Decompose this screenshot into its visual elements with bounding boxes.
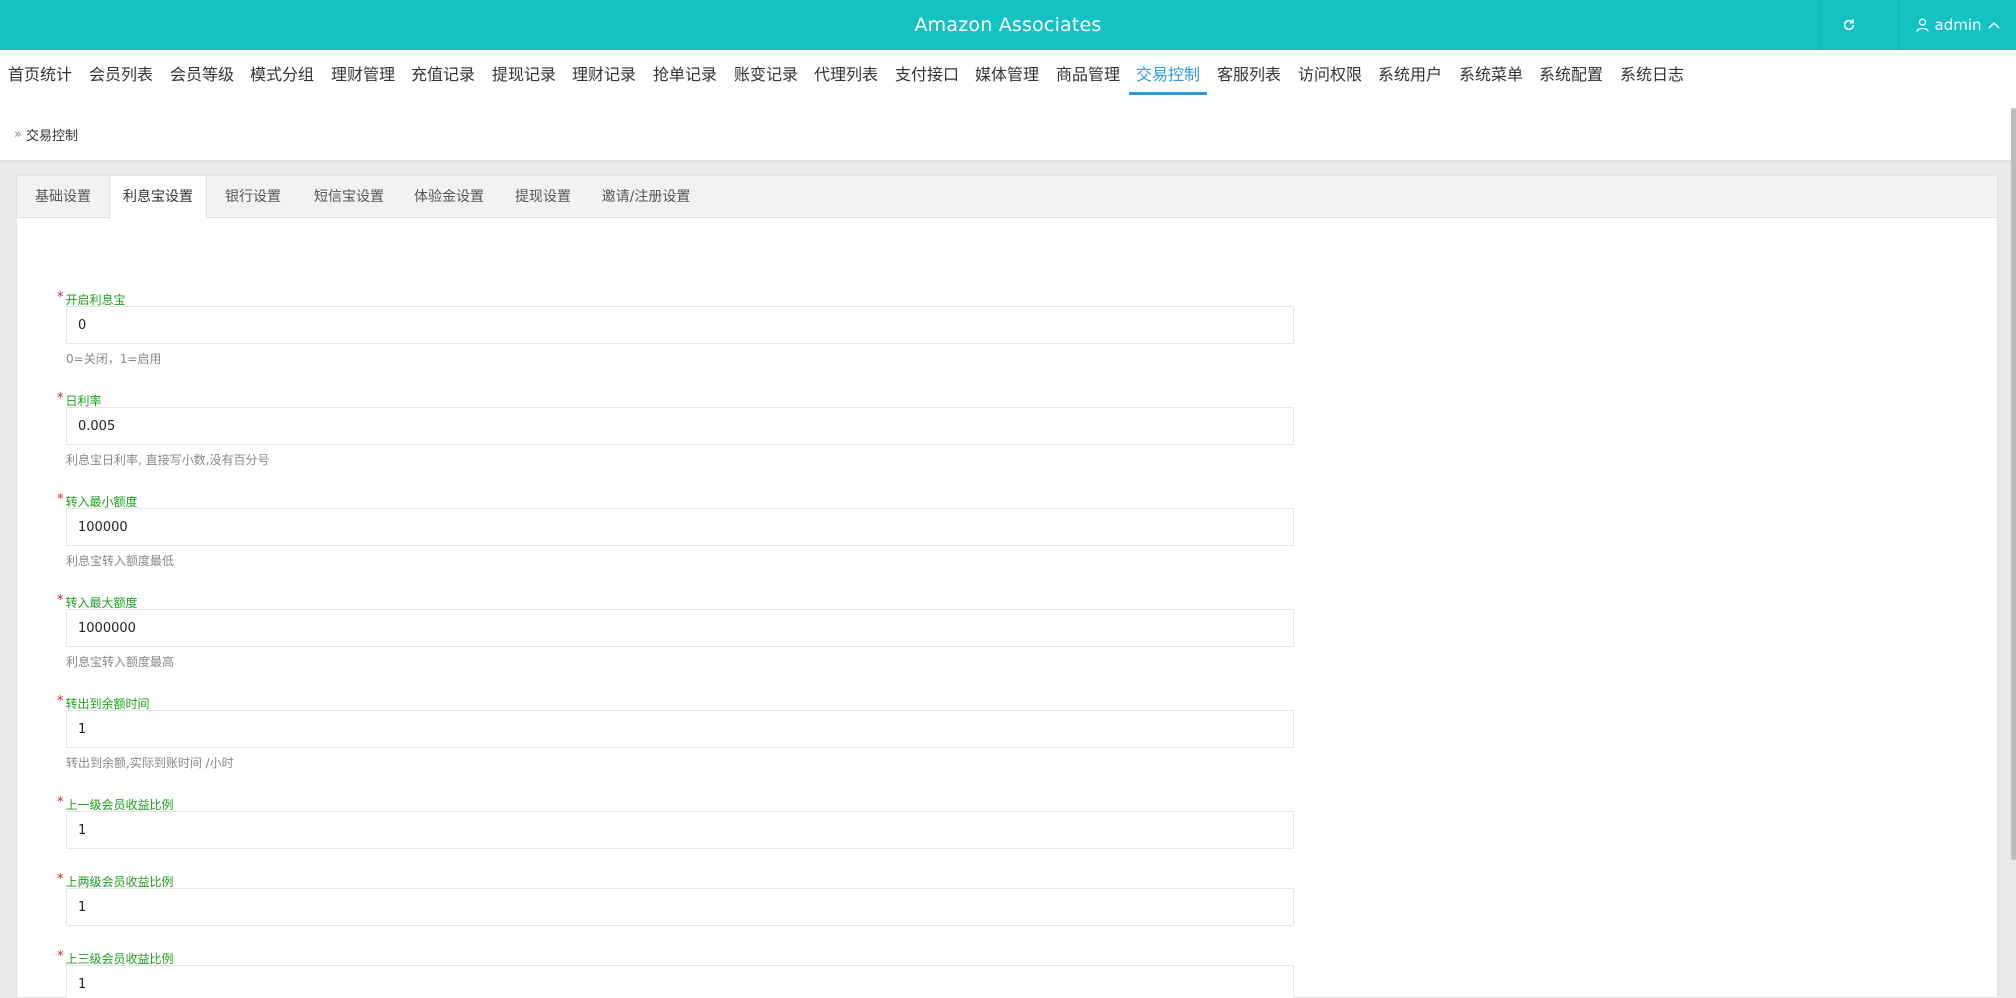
nav-item-agent-list[interactable]: 代理列表 bbox=[814, 50, 878, 98]
nav-item-payment-interface[interactable]: 支付接口 bbox=[895, 50, 959, 98]
required-mark: * bbox=[57, 795, 64, 810]
tab-bank-settings[interactable]: 银行设置 bbox=[207, 176, 299, 218]
nav-item-account-change-records[interactable]: 账变记录 bbox=[734, 50, 798, 98]
tab-interest-treasure-settings[interactable]: 利息宝设置 bbox=[109, 176, 207, 219]
level2-ratio-input[interactable] bbox=[66, 888, 1294, 926]
tab-basic-settings[interactable]: 基础设置 bbox=[17, 176, 109, 218]
settings-panel: 基础设置 利息宝设置 银行设置 短信宝设置 体验金设置 提现设置 邀请/注册设置… bbox=[16, 175, 1998, 998]
tab-trial-fund-settings[interactable]: 体验金设置 bbox=[399, 176, 499, 218]
nav-item-system-config[interactable]: 系统配置 bbox=[1539, 50, 1603, 98]
field-hint: 0=关闭，1=启用 bbox=[66, 352, 162, 366]
required-mark: * bbox=[57, 694, 64, 709]
chevron-up-icon bbox=[1987, 21, 2000, 29]
nav-item-product-management[interactable]: 商品管理 bbox=[1056, 50, 1120, 98]
main-nav: 首页统计 会员列表 会员等级 模式分组 理财管理 充值记录 提现记录 理财记录 … bbox=[0, 50, 2016, 98]
nav-item-withdraw-records[interactable]: 提现记录 bbox=[492, 50, 556, 98]
page-scrollbar[interactable] bbox=[2011, 108, 2016, 860]
required-mark: * bbox=[57, 290, 64, 305]
required-mark: * bbox=[57, 593, 64, 608]
nav-item-mode-groups[interactable]: 模式分组 bbox=[250, 50, 314, 98]
nav-item-home-stats[interactable]: 首页统计 bbox=[8, 50, 72, 98]
user-icon bbox=[1915, 18, 1929, 32]
nav-item-finance-management[interactable]: 理财管理 bbox=[331, 50, 395, 98]
breadcrumb-bar: » 交易控制 bbox=[0, 98, 2016, 160]
field-hint: 利息宝日利率, 直接写小数,没有百分号 bbox=[66, 453, 270, 467]
required-mark: * bbox=[57, 872, 64, 887]
refresh-icon bbox=[1843, 19, 1854, 31]
field-hint: 转出到余额,实际到账时间 /小时 bbox=[66, 756, 234, 770]
required-mark: * bbox=[57, 391, 64, 406]
top-header: Amazon Associates admin bbox=[0, 0, 2016, 50]
nav-item-system-menu[interactable]: 系统菜单 bbox=[1459, 50, 1523, 98]
user-menu[interactable]: admin bbox=[1898, 0, 2016, 50]
app-title: Amazon Associates bbox=[914, 14, 1102, 36]
nav-item-system-logs[interactable]: 系统日志 bbox=[1620, 50, 1684, 98]
required-mark: * bbox=[57, 949, 64, 964]
max-transfer-input[interactable] bbox=[66, 609, 1294, 647]
daily-rate-input[interactable] bbox=[66, 407, 1294, 445]
refresh-button[interactable] bbox=[1820, 0, 1876, 50]
enable-interest-input[interactable] bbox=[66, 306, 1294, 344]
tab-sms-settings[interactable]: 短信宝设置 bbox=[299, 176, 399, 218]
settings-tabs: 基础设置 利息宝设置 银行设置 短信宝设置 体验金设置 提现设置 邀请/注册设置 bbox=[17, 176, 1997, 219]
nav-item-recharge-records[interactable]: 充值记录 bbox=[411, 50, 475, 98]
nav-item-member-list[interactable]: 会员列表 bbox=[89, 50, 153, 98]
field-hint: 利息宝转入额度最低 bbox=[66, 554, 175, 568]
nav-item-finance-records[interactable]: 理财记录 bbox=[572, 50, 636, 98]
user-name: admin bbox=[1934, 16, 1982, 34]
field-hint: 利息宝转入额度最高 bbox=[66, 655, 175, 669]
level3-ratio-input[interactable] bbox=[66, 965, 1294, 998]
min-transfer-input[interactable] bbox=[66, 508, 1294, 546]
nav-item-media-management[interactable]: 媒体管理 bbox=[975, 50, 1039, 98]
transfer-out-time-input[interactable] bbox=[66, 710, 1294, 748]
nav-item-grab-order-records[interactable]: 抢单记录 bbox=[653, 50, 717, 98]
breadcrumb-current: 交易控制 bbox=[25, 129, 78, 144]
level1-ratio-input[interactable] bbox=[66, 811, 1294, 849]
required-mark: * bbox=[57, 492, 64, 507]
double-chevron-right-icon: » bbox=[14, 127, 22, 142]
nav-item-trade-control[interactable]: 交易控制 bbox=[1128, 50, 1208, 98]
nav-item-system-users[interactable]: 系统用户 bbox=[1378, 50, 1442, 98]
nav-item-member-levels[interactable]: 会员等级 bbox=[170, 50, 234, 98]
tab-invite-register-settings[interactable]: 邀请/注册设置 bbox=[587, 176, 705, 218]
breadcrumb: » 交易控制 bbox=[14, 125, 78, 144]
nav-item-access-permissions[interactable]: 访问权限 bbox=[1298, 50, 1362, 98]
nav-item-customer-service-list[interactable]: 客服列表 bbox=[1217, 50, 1281, 98]
tab-withdraw-settings[interactable]: 提现设置 bbox=[499, 176, 587, 218]
